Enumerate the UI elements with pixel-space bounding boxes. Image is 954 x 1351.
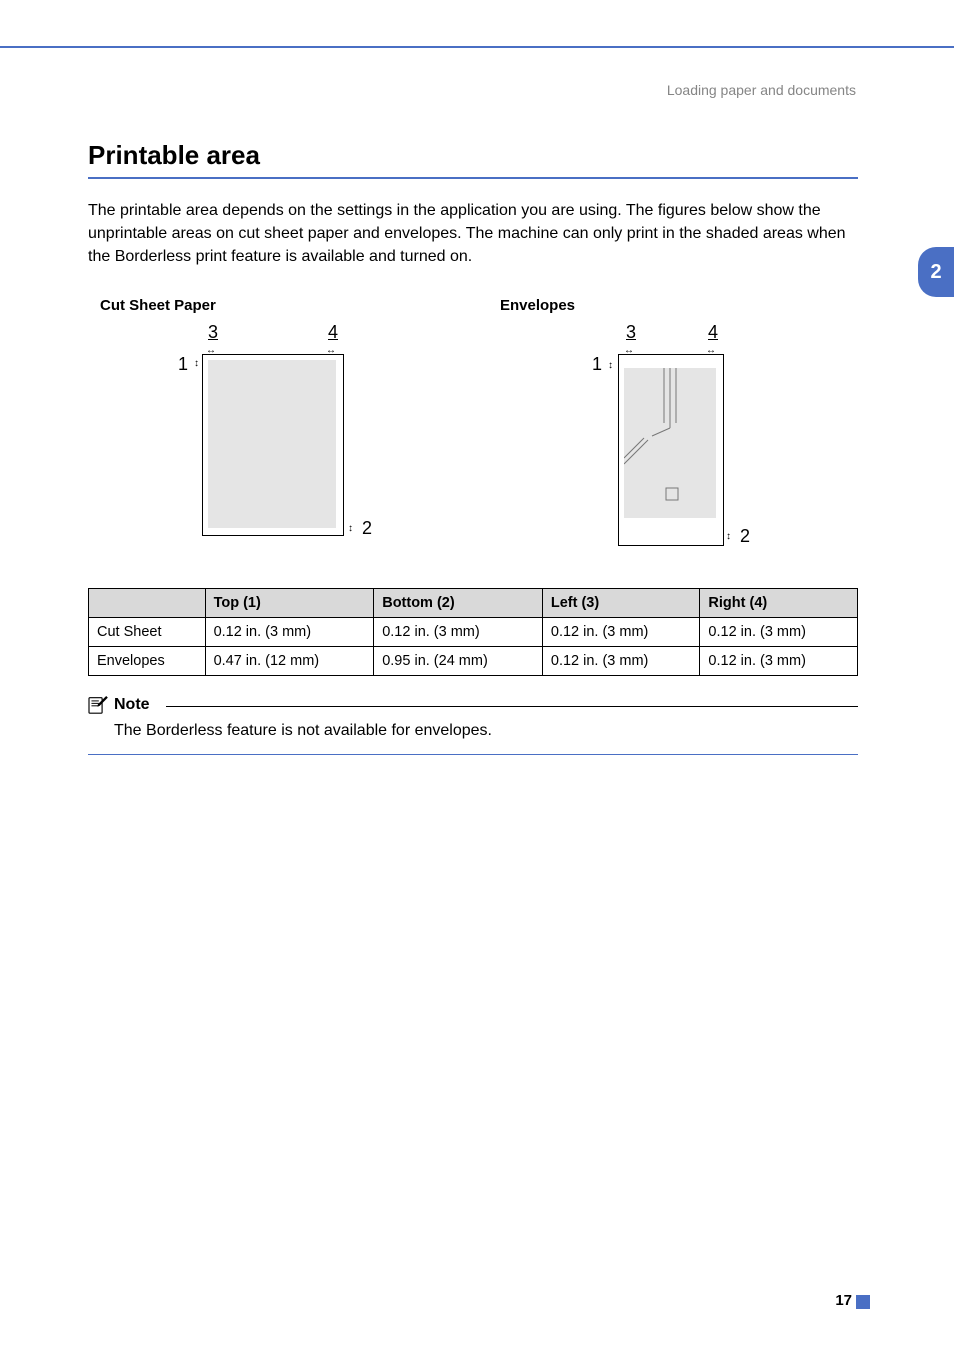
note-block: Note The Borderless feature is not avail… (88, 696, 858, 740)
label-3: 3 (208, 322, 218, 343)
row-bottom: 0.12 in. (3 mm) (374, 617, 543, 646)
row-bottom: 0.95 in. (24 mm) (374, 646, 543, 675)
table-header-left: Left (3) (542, 588, 700, 617)
row-name: Cut Sheet (89, 617, 206, 646)
figure-envelopes: Envelopes 3 4 ↔ ↔ 1 ↕ (488, 297, 848, 558)
content-area: Printable area The printable area depend… (88, 140, 858, 755)
page-tick (856, 1295, 870, 1309)
label-3: 3 (626, 322, 636, 343)
table-header-empty (89, 588, 206, 617)
intro-paragraph: The printable area depends on the settin… (88, 199, 858, 269)
note-icon (88, 696, 108, 714)
figure-cut-sheet: Cut Sheet Paper 3 4 ↔ ↔ 1 ↕ ↕ 2 (88, 297, 448, 558)
arrow-icon: ↕ (726, 532, 731, 542)
label-2: 2 (740, 526, 750, 547)
top-rule (0, 46, 954, 48)
row-right: 0.12 in. (3 mm) (700, 646, 858, 675)
table-row: Envelopes 0.47 in. (12 mm) 0.95 in. (24 … (89, 646, 858, 675)
section-end-rule (88, 754, 858, 755)
arrow-icon: ↕ (608, 361, 613, 371)
table-header-row: Top (1) Bottom (2) Left (3) Right (4) (89, 588, 858, 617)
cutsheet-inner (208, 360, 336, 528)
margins-table: Top (1) Bottom (2) Left (3) Right (4) Cu… (88, 588, 858, 676)
chapter-tab: 2 (918, 247, 954, 297)
label-4: 4 (328, 322, 338, 343)
arrow-icon: ↕ (194, 359, 199, 369)
table-header-bottom: Bottom (2) (374, 588, 543, 617)
label-1: 1 (178, 354, 188, 375)
table-header-top: Top (1) (205, 588, 374, 617)
label-4: 4 (708, 322, 718, 343)
note-rule (166, 706, 858, 707)
title-rule (88, 177, 858, 179)
figure-title-envelopes: Envelopes (500, 297, 848, 314)
label-1: 1 (592, 354, 602, 375)
row-top: 0.12 in. (3 mm) (205, 617, 374, 646)
page-number: 17 (835, 1292, 852, 1309)
row-top: 0.47 in. (12 mm) (205, 646, 374, 675)
label-2: 2 (362, 518, 372, 539)
row-left: 0.12 in. (3 mm) (542, 646, 700, 675)
figure-title-cutsheet: Cut Sheet Paper (100, 297, 448, 314)
note-text: The Borderless feature is not available … (114, 722, 858, 740)
arrow-icon: ↕ (348, 524, 353, 534)
diagram-cut-sheet: 3 4 ↔ ↔ 1 ↕ ↕ 2 (148, 328, 448, 558)
section-title: Printable area (88, 140, 858, 171)
row-right: 0.12 in. (3 mm) (700, 617, 858, 646)
diagram-envelopes: 3 4 ↔ ↔ 1 ↕ (548, 328, 848, 558)
row-left: 0.12 in. (3 mm) (542, 617, 700, 646)
table-row: Cut Sheet 0.12 in. (3 mm) 0.12 in. (3 mm… (89, 617, 858, 646)
envelope-flap-lines (624, 368, 716, 518)
breadcrumb: Loading paper and documents (667, 82, 856, 98)
note-title: Note (114, 696, 160, 714)
table-header-right: Right (4) (700, 588, 858, 617)
note-header: Note (88, 696, 858, 714)
figures-row: Cut Sheet Paper 3 4 ↔ ↔ 1 ↕ ↕ 2 (88, 297, 858, 558)
row-name: Envelopes (89, 646, 206, 675)
